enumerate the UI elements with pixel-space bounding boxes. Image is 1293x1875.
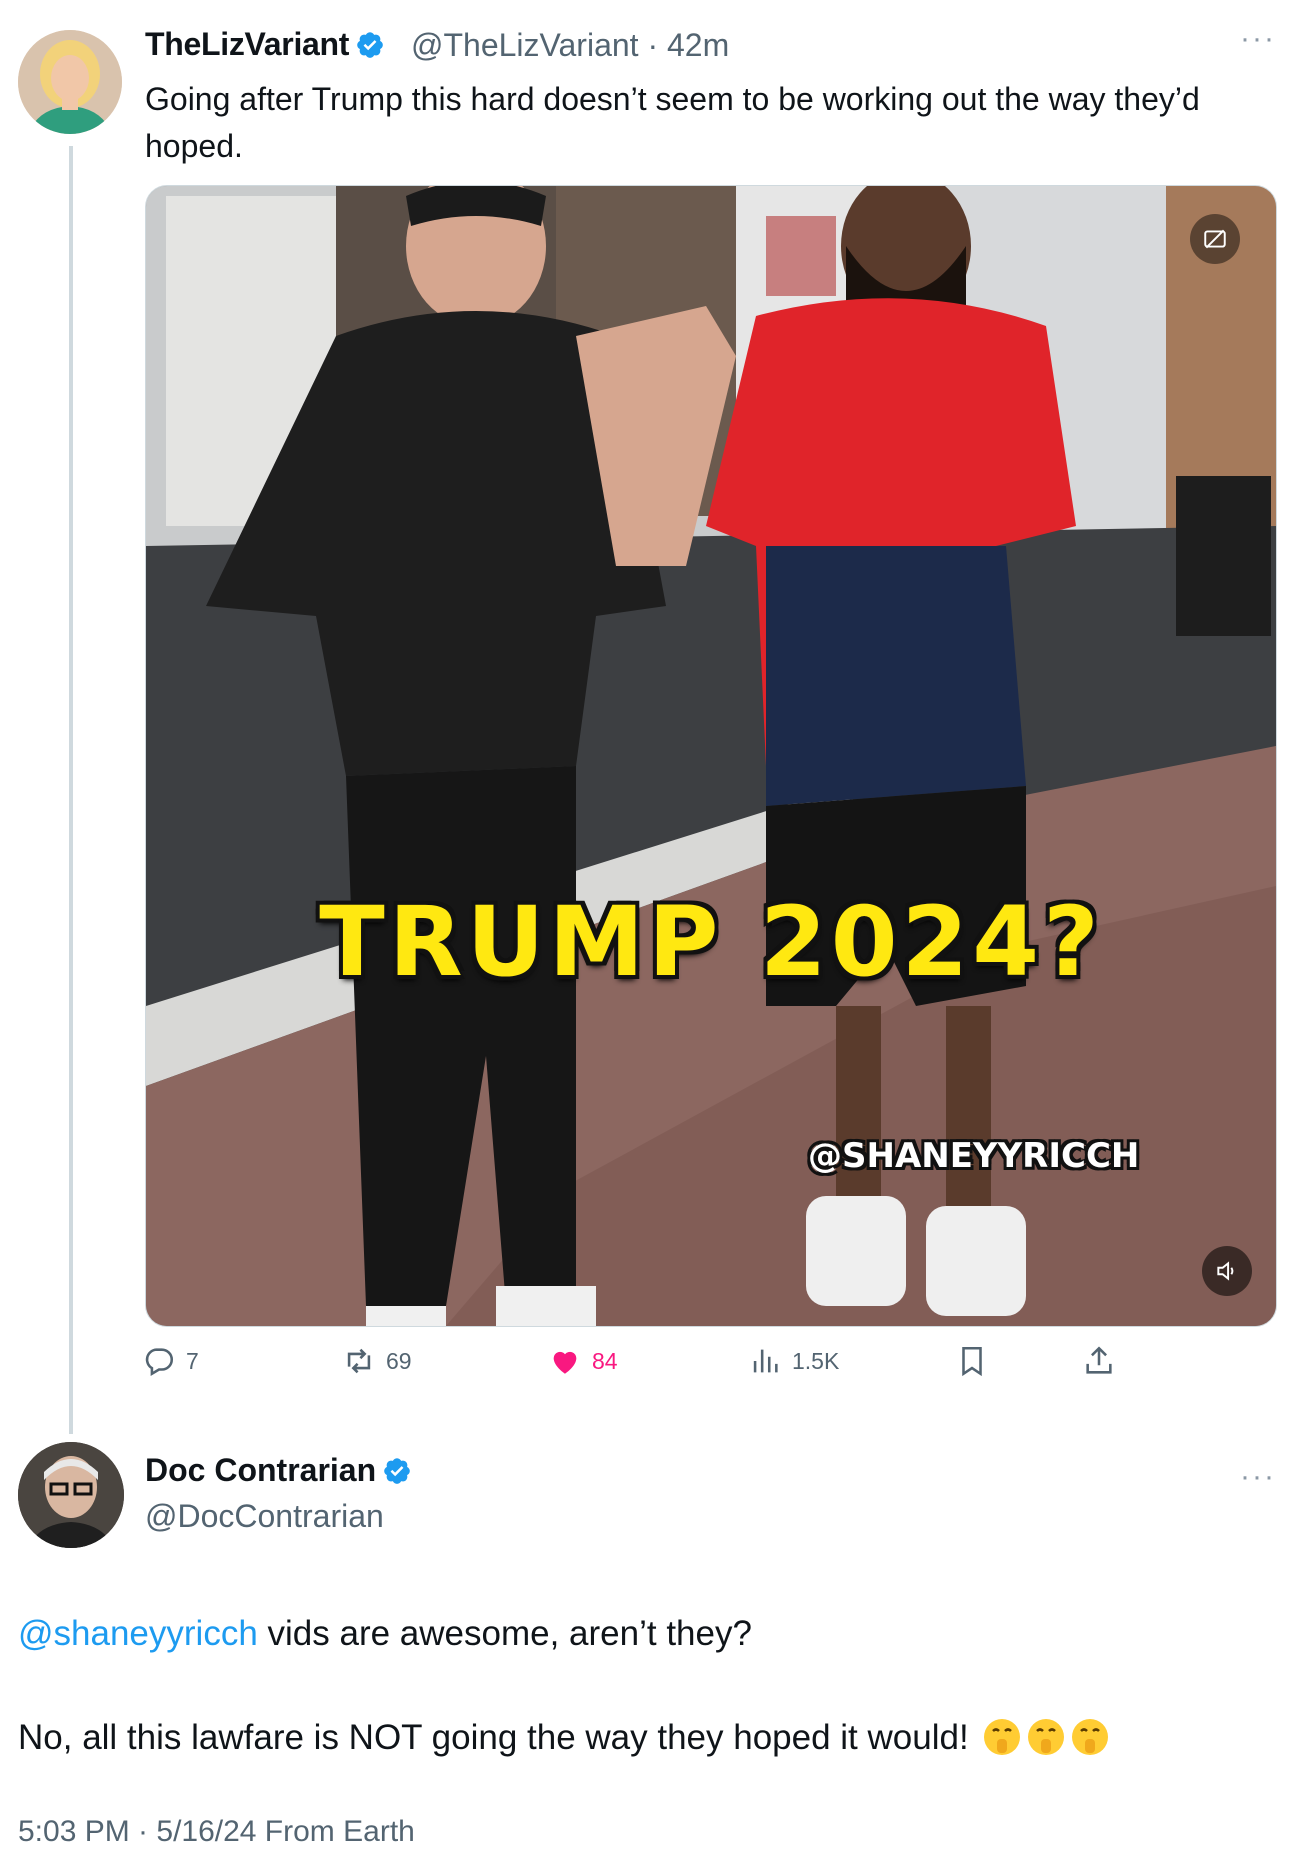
video-overlay-caption: TRUMP 2024?: [319, 886, 1103, 998]
author-handle[interactable]: @TheLizVariant: [411, 27, 639, 63]
post-time[interactable]: 42m: [667, 27, 729, 63]
author-name-2[interactable]: Doc Contrarian: [145, 1452, 412, 1489]
like-button[interactable]: 84: [548, 1344, 618, 1378]
reply-count: 7: [186, 1347, 199, 1374]
author-name[interactable]: TheLizVariant: [145, 26, 385, 63]
gif-off-icon[interactable]: [1190, 214, 1240, 264]
bookmark-icon: [962, 1346, 982, 1377]
shush-emoji-icon: [1028, 1719, 1065, 1755]
verified-badge-icon: [384, 1458, 410, 1484]
author-handle-2[interactable]: @DocContrarian: [145, 1498, 384, 1535]
reply-icon: [145, 1348, 174, 1377]
repost-button[interactable]: 69: [342, 1344, 412, 1378]
shush-emoji-icon: [984, 1719, 1021, 1755]
verified-badge-icon: [357, 32, 383, 58]
tweet-body-2: @shaneyyricch vids are awesome, aren’t t…: [18, 1610, 1268, 1762]
views-icon: [753, 1349, 778, 1373]
more-options-button[interactable]: ···: [1240, 22, 1276, 56]
share-button[interactable]: [1082, 1344, 1126, 1378]
mention-link[interactable]: @shaneyyricch: [18, 1614, 258, 1653]
tweet-text: Going after Trump this hard doesn’t seem…: [145, 81, 1200, 164]
repost-icon: [347, 1348, 371, 1374]
video-player[interactable]: TRUMP 2024? @SHANEYYRICCH: [145, 185, 1277, 1327]
share-icon: [1086, 1346, 1112, 1374]
tweet-line-1: @shaneyyricch vids are awesome, aren’t t…: [18, 1610, 1268, 1658]
views-count: 1.5K: [792, 1347, 840, 1374]
thread-connector-line: [69, 146, 73, 1434]
tweet-line-2-text: No, all this lawfare is NOT going the wa…: [18, 1718, 969, 1757]
like-icon: [553, 1351, 577, 1374]
views-button[interactable]: 1.5K: [748, 1344, 839, 1378]
tweet-line-1-text: vids are awesome, aren’t they?: [257, 1614, 752, 1653]
more-options-button-2[interactable]: ···: [1240, 1460, 1276, 1494]
volume-icon[interactable]: [1202, 1246, 1252, 1296]
bookmark-button[interactable]: [955, 1344, 999, 1378]
reply-button[interactable]: 7: [142, 1344, 199, 1378]
avatar-thelizvariant[interactable]: [18, 30, 122, 134]
avatar-doccontrarian[interactable]: [18, 1442, 124, 1548]
post-timestamp[interactable]: 5:03 PM · 5/16/24 From Earth: [18, 1815, 415, 1849]
author-handle-and-time: @TheLizVariant · 42m: [411, 27, 730, 63]
repost-count: 69: [386, 1347, 412, 1374]
like-count: 84: [592, 1347, 618, 1374]
tweet-line-2: No, all this lawfare is NOT going the wa…: [18, 1714, 1268, 1762]
shush-emoji-icon: [1072, 1719, 1109, 1755]
video-overlay-handle: @SHANEYYRICCH: [808, 1136, 1140, 1176]
